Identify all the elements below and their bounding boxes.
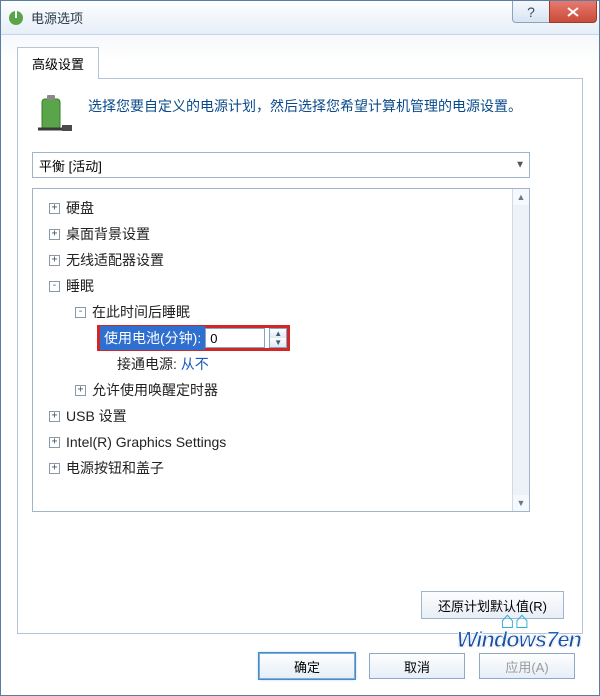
tree-item-plugged-in[interactable]: 接通电源: 从不 bbox=[37, 351, 525, 377]
tree-item-hard-disk[interactable]: + 硬盘 bbox=[37, 195, 525, 221]
expand-icon[interactable]: + bbox=[49, 463, 60, 474]
cancel-button[interactable]: 取消 bbox=[369, 653, 465, 679]
plan-selected-label: 平衡 [活动] bbox=[39, 156, 102, 175]
collapse-icon[interactable]: - bbox=[49, 281, 60, 292]
tree-label: 无线适配器设置 bbox=[66, 250, 164, 270]
chevron-down-icon: ▼ bbox=[515, 160, 525, 171]
scroll-track[interactable] bbox=[513, 205, 529, 495]
tree-item-desktop-bg[interactable]: + 桌面背景设置 bbox=[37, 221, 525, 247]
ok-button[interactable]: 确定 bbox=[259, 653, 355, 679]
client-area: 高级设置 选择您要自定义的电源计划，然后选择您希望计算机管理的电源设置。 平衡 … bbox=[1, 35, 599, 695]
scrollbar[interactable]: ▲ ▼ bbox=[512, 189, 529, 511]
scroll-down-icon[interactable]: ▼ bbox=[513, 495, 529, 511]
expand-icon[interactable]: + bbox=[49, 229, 60, 240]
settings-tree: + 硬盘 + 桌面背景设置 + 无线适配器设置 - 睡眠 bbox=[32, 188, 530, 512]
intro-text: 选择您要自定义的电源计划，然后选择您希望计算机管理的电源设置。 bbox=[88, 93, 522, 140]
tab-panel: 选择您要自定义的电源计划，然后选择您希望计算机管理的电源设置。 平衡 [活动] … bbox=[17, 78, 583, 634]
tree-item-usb[interactable]: + USB 设置 bbox=[37, 403, 525, 429]
tree-item-sleep[interactable]: - 睡眠 bbox=[37, 273, 525, 299]
tree-label: USB 设置 bbox=[66, 406, 127, 426]
tree-label: 桌面背景设置 bbox=[66, 224, 150, 244]
help-button[interactable]: ? bbox=[512, 1, 550, 23]
spin-up-icon[interactable]: ▲ bbox=[270, 329, 286, 338]
restore-defaults-button[interactable]: 还原计划默认值(R) bbox=[421, 591, 564, 619]
plugged-in-label: 接通电源: bbox=[117, 354, 177, 374]
dialog-buttons: 确定 取消 应用(A) bbox=[259, 653, 575, 679]
tab-advanced[interactable]: 高级设置 bbox=[17, 47, 99, 79]
tree-content: + 硬盘 + 桌面背景设置 + 无线适配器设置 - 睡眠 bbox=[33, 189, 529, 487]
dialog-window: 电源选项 ? 高级设置 选择您要自定义的电源计划， bbox=[0, 0, 600, 696]
tree-item-graphics[interactable]: + Intel(R) Graphics Settings bbox=[37, 429, 525, 455]
tree-item-wireless[interactable]: + 无线适配器设置 bbox=[37, 247, 525, 273]
collapse-icon[interactable]: - bbox=[75, 307, 86, 318]
tree-item-allow-wake[interactable]: + 允许使用唤醒定时器 bbox=[37, 377, 525, 403]
expand-icon[interactable]: + bbox=[49, 203, 60, 214]
titlebar: 电源选项 ? bbox=[1, 1, 599, 35]
spinner-buttons: ▲ ▼ bbox=[269, 328, 287, 348]
tree-label: 睡眠 bbox=[66, 276, 94, 296]
expand-icon[interactable]: + bbox=[49, 437, 60, 448]
tree-label: 电源按钮和盖子 bbox=[66, 458, 164, 478]
tree-label: 允许使用唤醒定时器 bbox=[92, 380, 218, 400]
tree-label: 在此时间后睡眠 bbox=[92, 302, 190, 322]
close-button[interactable] bbox=[549, 1, 597, 23]
tabstrip: 高级设置 bbox=[17, 47, 583, 79]
watermark-text: Windows7en bbox=[457, 627, 581, 653]
on-battery-input[interactable] bbox=[205, 328, 265, 348]
expand-icon[interactable]: + bbox=[49, 255, 60, 266]
tree-label: Intel(R) Graphics Settings bbox=[66, 434, 226, 450]
on-battery-label: 使用电池(分钟): bbox=[100, 326, 205, 350]
window-controls: ? bbox=[513, 1, 597, 23]
scroll-up-icon[interactable]: ▲ bbox=[513, 189, 529, 205]
spin-down-icon[interactable]: ▼ bbox=[270, 338, 286, 347]
tree-item-sleep-after[interactable]: - 在此时间后睡眠 bbox=[37, 299, 525, 325]
tree-label: 硬盘 bbox=[66, 198, 94, 218]
plan-dropdown[interactable]: 平衡 [活动] ▼ bbox=[32, 152, 530, 178]
plugged-in-value[interactable]: 从不 bbox=[181, 354, 209, 374]
battery-icon bbox=[32, 93, 76, 140]
apply-button[interactable]: 应用(A) bbox=[479, 653, 575, 679]
highlight-box: 使用电池(分钟): ▲ ▼ bbox=[97, 325, 290, 351]
window-title: 电源选项 bbox=[31, 8, 83, 27]
app-icon bbox=[7, 9, 25, 27]
expand-icon[interactable]: + bbox=[75, 385, 86, 396]
intro-row: 选择您要自定义的电源计划，然后选择您希望计算机管理的电源设置。 bbox=[32, 93, 568, 140]
tree-item-power-buttons[interactable]: + 电源按钮和盖子 bbox=[37, 455, 525, 481]
tree-item-on-battery[interactable]: 使用电池(分钟): ▲ ▼ bbox=[37, 325, 525, 351]
expand-icon[interactable]: + bbox=[49, 411, 60, 422]
